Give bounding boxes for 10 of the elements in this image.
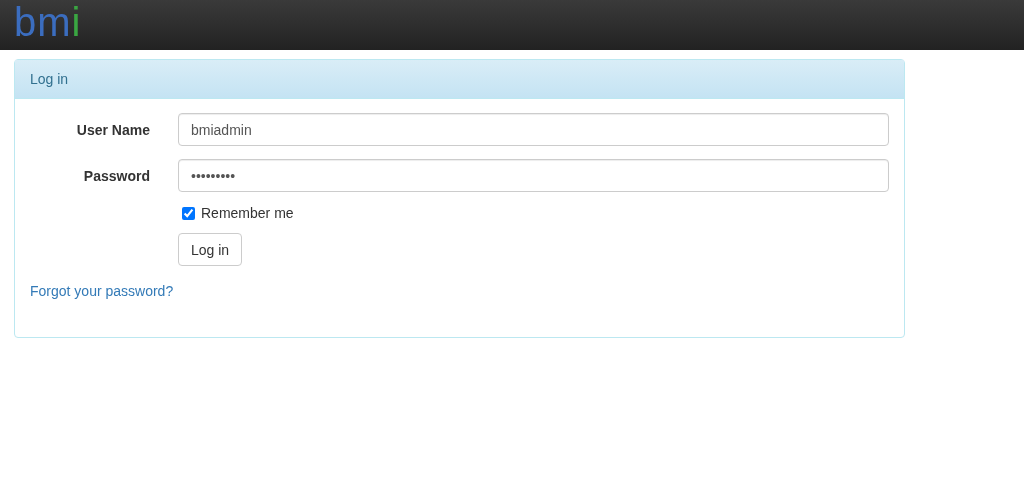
forgot-password-link[interactable]: Forgot your password? xyxy=(30,283,174,299)
field-label: User Name xyxy=(75,121,151,138)
checkbox-label: Remember me xyxy=(201,205,294,221)
field-label: Password xyxy=(82,167,151,184)
input-field[interactable]: bmiadmin xyxy=(178,113,889,146)
panel-title: Log in xyxy=(30,71,69,87)
logo[interactable]: bmi xyxy=(14,2,82,42)
input-field[interactable]: ••••••••• xyxy=(178,159,889,192)
login-button[interactable]: Log in xyxy=(178,233,243,266)
remember-checkbox[interactable] xyxy=(182,206,195,220)
